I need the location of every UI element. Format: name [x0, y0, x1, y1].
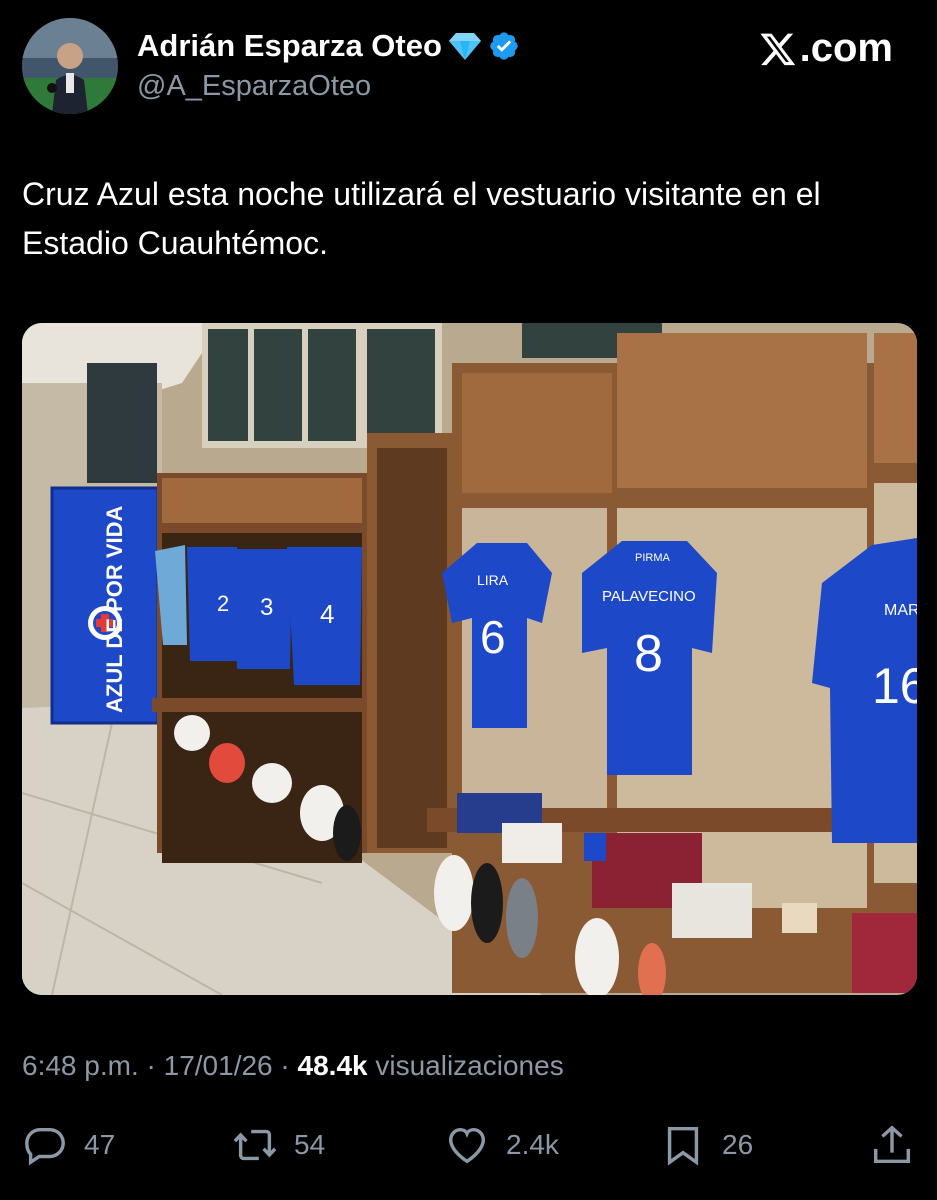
repost-count: 54 — [294, 1129, 326, 1160]
share-button[interactable] — [869, 1118, 915, 1172]
jersey-number: 3 — [260, 594, 273, 621]
jersey-name: MARCOS — [884, 602, 917, 619]
tweet-time[interactable]: 6:48 p.m. — [22, 1050, 139, 1081]
heart-icon — [448, 1127, 486, 1164]
views-count: 48.4k — [297, 1050, 368, 1081]
tweet-date[interactable]: 17/01/26 — [164, 1050, 273, 1081]
reply-icon — [25, 1127, 65, 1166]
jersey-number: 16 — [872, 658, 917, 714]
like-button[interactable]: 2.4k — [444, 1118, 559, 1172]
verified-badge-icon — [490, 32, 518, 60]
tweet-meta: 6:48 p.m. · 17/01/26 · 48.4k visualizaci… — [22, 1050, 564, 1082]
jersey-number: 4 — [320, 599, 334, 629]
tweet-photo[interactable]: AZUL DE POR VIDA 2 3 4 LIRA 6 PIRMA PALA… — [22, 323, 917, 995]
author-handle[interactable]: @A_EsparzaOteo — [137, 70, 371, 103]
bookmark-button[interactable]: 26 — [660, 1118, 753, 1172]
repost-icon — [233, 1129, 277, 1161]
x-logo[interactable]: .com — [758, 26, 893, 71]
jersey-number: 6 — [480, 611, 506, 663]
tweet-header: Adrián Esparza Oteo @A_EsparzaOteo .com — [0, 0, 937, 130]
jersey-number: 8 — [634, 625, 663, 683]
author-display-name[interactable]: Adrián Esparza Oteo — [137, 28, 520, 64]
reply-count: 47 — [84, 1129, 116, 1160]
reply-button[interactable]: 47 — [22, 1118, 115, 1172]
share-icon — [873, 1125, 911, 1164]
jersey-number: 2 — [217, 591, 229, 616]
repost-button[interactable]: 54 — [232, 1118, 325, 1172]
bookmark-count: 26 — [722, 1129, 754, 1160]
jersey-sponsor: PIRMA — [635, 552, 671, 564]
jersey-name: LIRA — [477, 572, 509, 588]
tweet-text: Cruz Azul esta noche utilizará el vestua… — [22, 176, 821, 261]
avatar[interactable] — [22, 18, 118, 114]
banner-text: AZUL DE POR VIDA — [102, 505, 127, 713]
bookmark-icon — [667, 1126, 699, 1166]
diamond-icon — [448, 33, 481, 60]
views-label: visualizaciones — [367, 1050, 564, 1081]
x-icon — [760, 33, 795, 65]
like-count: 2.4k — [506, 1129, 559, 1160]
author-name-text: Adrián Esparza Oteo — [137, 28, 442, 63]
meta-separator: · — [138, 1050, 164, 1081]
site-logo-text: .com — [799, 26, 893, 70]
meta-separator: · — [272, 1050, 298, 1081]
tweet-actions: 47 54 2.4k 26 — [22, 1118, 915, 1172]
jersey-name: PALAVECINO — [602, 588, 696, 605]
